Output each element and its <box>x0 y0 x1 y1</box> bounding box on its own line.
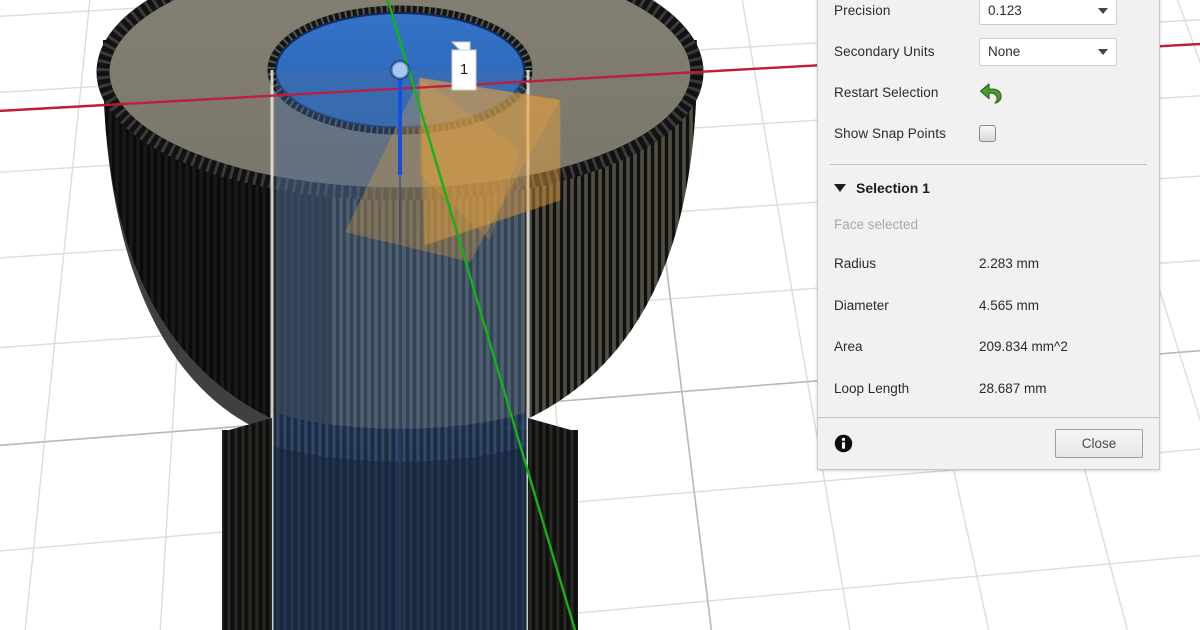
property-loop-length-label: Loop Length <box>834 380 910 396</box>
label-restart-selection: Restart Selection <box>834 85 939 100</box>
property-diameter: Diameter 4.565 mm <box>818 285 1159 327</box>
show-snap-points-checkbox[interactable] <box>979 125 996 142</box>
restart-selection-button[interactable] <box>979 81 1005 105</box>
undo-arrow-icon <box>979 82 1002 104</box>
info-icon <box>834 434 853 453</box>
measure-properties-panel: Precision 0.123 Secondary Units None Res… <box>817 0 1160 470</box>
row-secondary-units: Secondary Units None <box>818 31 1159 72</box>
secondary-units-select[interactable]: None <box>979 37 1117 66</box>
application-window: 1 Precision 0.123 Secondary Units None R… <box>0 0 1200 630</box>
panel-body: Precision 0.123 Secondary Units None Res… <box>818 0 1159 409</box>
control-secondary-units: None <box>979 37 1143 66</box>
chevron-down-icon <box>1098 7 1108 14</box>
control-precision: 0.123 <box>979 0 1143 25</box>
property-diameter-label: Diameter <box>834 297 889 313</box>
property-radius: Radius 2.283 mm <box>818 243 1159 285</box>
selection-status-text: Face selected <box>834 216 919 232</box>
selection-callout-label: 1 <box>460 61 468 78</box>
label-show-snap-points: Show Snap Points <box>834 126 946 141</box>
precision-select[interactable]: 0.123 <box>979 0 1117 25</box>
row-show-snap-points: Show Snap Points <box>818 113 1159 154</box>
control-restart-selection <box>979 81 1143 105</box>
triangle-down-icon <box>834 184 846 192</box>
precision-value: 0.123 <box>988 3 1022 18</box>
property-area: Area 209.834 mm^2 <box>818 326 1159 368</box>
selection-section-header[interactable]: Selection 1 <box>818 171 1159 205</box>
property-radius-value: 2.283 mm <box>979 256 1040 272</box>
section-divider <box>830 164 1147 165</box>
info-button[interactable] <box>834 434 853 453</box>
label-secondary-units: Secondary Units <box>834 44 935 59</box>
selection-section-title: Selection 1 <box>856 180 930 196</box>
property-loop-length: Loop Length 28.687 mm <box>818 368 1159 410</box>
property-area-label: Area <box>834 339 863 355</box>
secondary-units-value: None <box>988 44 1021 59</box>
property-radius-label: Radius <box>834 256 877 272</box>
close-button[interactable]: Close <box>1055 429 1143 458</box>
control-show-snap-points <box>979 125 1143 142</box>
property-area-value: 209.834 mm^2 <box>979 339 1068 355</box>
label-precision: Precision <box>834 3 891 18</box>
property-loop-length-value: 28.687 mm <box>979 380 1047 396</box>
origin-point-marker[interactable] <box>390 60 410 80</box>
property-diameter-value: 4.565 mm <box>979 297 1040 313</box>
panel-footer: Close <box>818 417 1159 469</box>
row-restart-selection: Restart Selection <box>818 72 1159 113</box>
row-precision: Precision 0.123 <box>818 0 1159 31</box>
selection-status-row: Face selected <box>818 205 1159 243</box>
chevron-down-icon <box>1098 48 1108 55</box>
